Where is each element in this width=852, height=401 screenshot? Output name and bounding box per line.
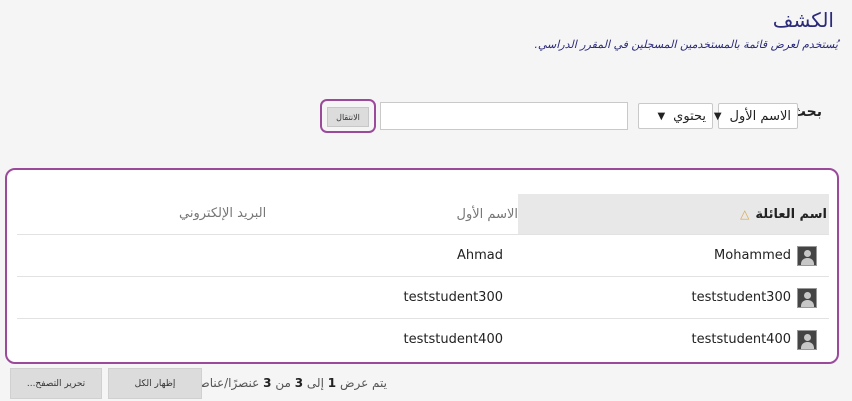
search-field-select[interactable]: الاسم الأول ▼ (714, 103, 798, 129)
go-button[interactable]: الانتقال (327, 107, 369, 127)
paging-to: 3 (294, 376, 304, 390)
first-name-cell: teststudent400 (403, 332, 503, 347)
paging-from: 1 (327, 376, 337, 390)
search-operator-select[interactable]: يحتوي ▼ (638, 103, 713, 129)
chevron-down-icon: ▼ (713, 110, 722, 122)
avatar (797, 246, 817, 266)
page-title: الكشف (772, 8, 834, 32)
paging-of-word: من (275, 376, 291, 390)
roster-table: اسم العائلة △ الاسم الأول البريد الإلكتر… (5, 168, 839, 364)
column-header-last-name[interactable]: اسم العائلة △ (518, 194, 829, 234)
paging-info: يتم عرض 1 إلى 3 من 3 عنصرًا/عناصر (193, 376, 387, 390)
search-input[interactable] (380, 102, 628, 130)
paging-total: 3 (263, 376, 272, 390)
search-field-value: الاسم الأول (729, 108, 791, 124)
sort-ascending-icon: △ (740, 207, 750, 221)
paging-suffix: عنصرًا/عناصر (192, 376, 260, 390)
column-header-first-name-label: الاسم الأول (456, 206, 518, 222)
last-name-cell: Mohammed (714, 248, 791, 263)
last-name-cell: teststudent400 (691, 332, 791, 347)
paging-to-word: إلى (306, 376, 324, 390)
first-name-cell: teststudent300 (403, 290, 503, 305)
row-divider (17, 276, 829, 277)
column-header-email[interactable]: البريد الإلكتروني (179, 206, 266, 221)
row-divider (17, 234, 829, 235)
edit-paging-button[interactable]: تحرير التصفح... (10, 368, 102, 399)
chevron-down-icon: ▼ (657, 110, 666, 122)
row-divider (17, 318, 829, 319)
column-header-last-name-label: اسم العائلة (755, 206, 827, 222)
show-all-button[interactable]: إظهار الكل (108, 368, 202, 399)
search-operator-value: يحتوي (673, 108, 706, 124)
paging-prefix: يتم عرض (339, 376, 387, 390)
first-name-cell: Ahmad (456, 248, 503, 263)
avatar (797, 330, 817, 350)
column-header-first-name[interactable]: الاسم الأول (17, 194, 518, 234)
last-name-cell: teststudent300 (691, 290, 791, 305)
avatar (797, 288, 817, 308)
page-description: يُستخدم لعرض قائمة بالمستخدمين المسجلين … (534, 38, 838, 51)
